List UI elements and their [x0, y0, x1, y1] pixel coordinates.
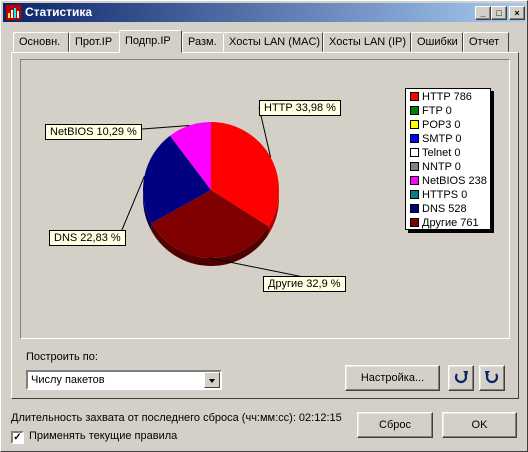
close-icon: ×	[514, 8, 520, 18]
tab-basic[interactable]: Основн.	[13, 32, 69, 52]
apply-rules-checkbox[interactable]: ✓	[11, 431, 24, 444]
capture-duration-text: Длительность захвата от последнего сброс…	[11, 412, 342, 424]
tab-lan-hosts-mac[interactable]: Хосты LAN (MAC)	[223, 32, 323, 52]
tab-label: Хосты LAN (MAC)	[229, 36, 321, 48]
tab-label: Разм.	[188, 36, 217, 48]
settings-button[interactable]: Настройка...	[345, 365, 440, 391]
app-icon	[6, 5, 21, 20]
minimize-button[interactable]: _	[475, 6, 491, 20]
tab-label: Подпр.IP	[125, 35, 171, 47]
minimize-icon: _	[480, 8, 486, 18]
tab-label: Отчет	[469, 36, 500, 48]
reset-button[interactable]: Сброс	[357, 412, 433, 438]
build-by-value: Числу пакетов	[31, 374, 105, 386]
window-title: Статистика	[25, 5, 93, 19]
maximize-icon: □	[496, 8, 502, 18]
chevron-down-icon[interactable]	[204, 372, 220, 388]
tab-ip-subprotocols[interactable]: Подпр.IP	[119, 30, 182, 53]
statistics-window: Статистика _ □ × Основн. Прот.IP Подпр.I…	[0, 0, 528, 452]
refresh-icon	[454, 371, 468, 384]
ok-button-label: OK	[471, 419, 488, 431]
maximize-button[interactable]: □	[491, 6, 507, 20]
title-bar[interactable]: Статистика _ □ ×	[3, 3, 525, 22]
reset-button-label: Сброс	[379, 419, 411, 431]
tab-ip-protocols[interactable]: Прот.IP	[69, 32, 120, 52]
tab-label: Прот.IP	[75, 36, 113, 48]
tab-sizes[interactable]: Разм.	[182, 32, 224, 52]
apply-rules-label: Применять текущие правила	[29, 430, 178, 442]
slice-callout-label: DNS 22,83 %	[49, 230, 126, 246]
tab-lan-hosts-ip[interactable]: Хосты LAN (IP)	[323, 32, 411, 52]
refresh-reverse-icon	[485, 371, 499, 384]
refresh-button[interactable]	[448, 365, 474, 391]
settings-button-label: Настройка...	[360, 372, 425, 384]
slice-callout-label: Другие 32,9 %	[263, 276, 346, 292]
refresh-reverse-button[interactable]	[479, 365, 505, 391]
tab-label: Основн.	[19, 36, 61, 48]
tab-errors[interactable]: Ошибки	[411, 32, 463, 52]
slice-callout-label: NetBIOS 10,29 %	[45, 124, 142, 140]
tab-label: Хосты LAN (IP)	[329, 36, 407, 48]
ok-button[interactable]: OK	[442, 412, 517, 438]
checkmark-icon: ✓	[13, 432, 22, 443]
slice-callout-label: HTTP 33,98 %	[259, 100, 341, 116]
tab-report[interactable]: Отчет	[463, 32, 509, 52]
build-by-label: Построить по:	[26, 351, 98, 363]
build-by-select[interactable]: Числу пакетов	[26, 370, 222, 390]
tab-label: Ошибки	[417, 36, 458, 48]
close-button[interactable]: ×	[509, 6, 525, 20]
